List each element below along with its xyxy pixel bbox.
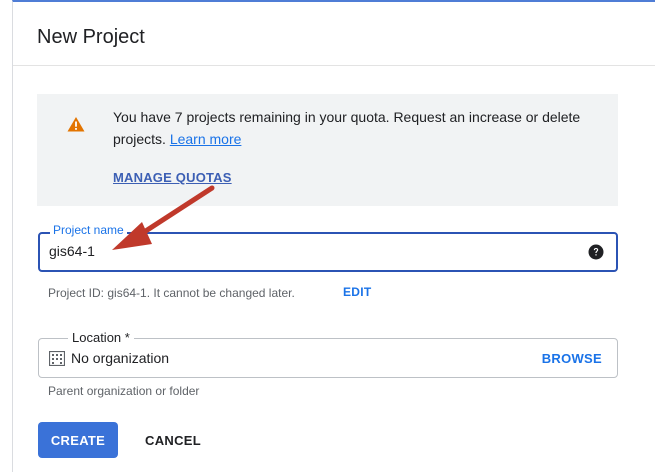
project-id-text: Project ID: gis64-1. It cannot be change… xyxy=(48,286,295,300)
location-label: Location * xyxy=(68,330,134,345)
project-name-field[interactable]: Project name gis64-1 xyxy=(38,223,618,272)
project-name-label: Project name xyxy=(50,223,127,237)
dialog-title: New Project xyxy=(37,26,145,48)
location-value: No organization xyxy=(71,350,170,366)
quota-warning-banner: You have 7 projects remaining in your qu… xyxy=(37,94,618,206)
location-hint: Parent organization or folder xyxy=(48,384,200,398)
building-icon xyxy=(49,351,65,366)
location-field[interactable]: Location * No organization BROWSE xyxy=(38,330,618,378)
browse-button[interactable]: BROWSE xyxy=(542,351,602,366)
warning-icon xyxy=(67,117,85,132)
create-button[interactable]: CREATE xyxy=(38,422,118,458)
cancel-button[interactable]: CANCEL xyxy=(133,422,213,458)
help-icon[interactable] xyxy=(588,244,604,260)
project-name-input[interactable]: gis64-1 xyxy=(49,243,95,259)
new-project-dialog: New Project You have 7 projects remainin… xyxy=(12,0,655,472)
learn-more-link[interactable]: Learn more xyxy=(170,131,242,147)
manage-quotas-link[interactable]: MANAGE QUOTAS xyxy=(113,170,232,185)
quota-message: You have 7 projects remaining in your qu… xyxy=(113,106,583,150)
edit-project-id-button[interactable]: EDIT xyxy=(343,285,372,299)
dialog-header: New Project xyxy=(13,2,655,66)
